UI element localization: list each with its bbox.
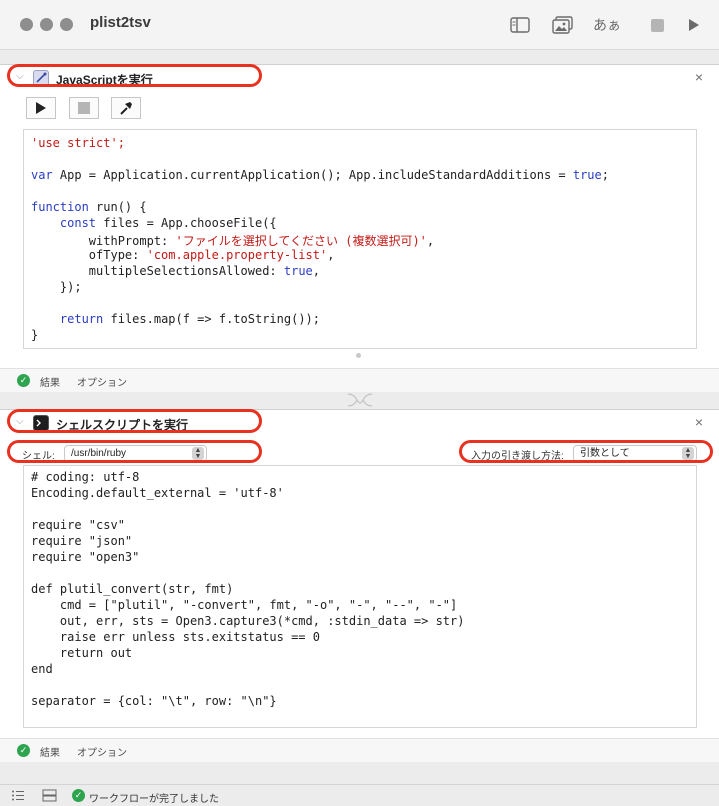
code-line: separator = {col: "\t", row: "\n"} xyxy=(31,694,277,708)
input-method-select-value: 引数として xyxy=(580,448,630,459)
javascript-action-panel: ⌵ JavaScriptを実行 × 'use strict'; var App … xyxy=(0,64,719,392)
action-connector-icon xyxy=(346,392,374,408)
shell-script-action-header[interactable]: ⌵ シェルスクリプトを実行 × xyxy=(0,410,719,438)
input-method-label: 入力の引き渡し方法: xyxy=(471,451,564,462)
code-line: Encoding.default_external = 'utf-8' xyxy=(31,486,284,500)
code-line: # coding: utf-8 xyxy=(31,470,140,484)
code-line: } xyxy=(31,328,39,342)
javascript-action-header[interactable]: ⌵ JavaScriptを実行 × xyxy=(0,65,719,93)
javascript-action-footer: ✓ 結果 オプション xyxy=(0,368,719,392)
code-line: cmd = ["plutil", "-convert", fmt, "-o", … xyxy=(31,598,458,612)
close-action-icon[interactable]: × xyxy=(695,69,703,85)
code-line: require "json" xyxy=(31,534,133,548)
status-bar: ✓ ワークフローが完了しました xyxy=(0,784,719,806)
code-line: return out xyxy=(31,646,133,660)
media-browser-icon[interactable] xyxy=(551,14,573,36)
options-tab[interactable]: オプション xyxy=(77,744,127,759)
javascript-code-editor[interactable]: 'use strict'; var App = Application.curr… xyxy=(23,129,697,349)
input-method-select[interactable]: 引数として ▲ ▼ xyxy=(573,445,697,462)
run-icon[interactable] xyxy=(686,14,702,36)
code-line: multipleSelectionsAllowed: true, xyxy=(31,264,321,278)
zoom-window-button[interactable] xyxy=(60,18,73,31)
stop-script-button[interactable] xyxy=(69,97,99,119)
sidebar-toggle-icon[interactable] xyxy=(509,14,531,36)
shell-action-footer: ✓ 結果 オプション xyxy=(0,738,719,762)
success-check-icon: ✓ xyxy=(17,374,30,387)
code-line: const files = App.chooseFile({ xyxy=(59,216,277,230)
code-line: out, err, sts = Open3.capture3(*cmd, :st… xyxy=(31,614,465,628)
compile-script-button[interactable] xyxy=(111,97,141,119)
shell-label: シェル: xyxy=(22,451,55,462)
terminal-icon xyxy=(33,415,49,431)
shell-script-action-panel: ⌵ シェルスクリプトを実行 × シェル: /usr/bin/ruby ▲ ▼ 入力… xyxy=(0,409,719,762)
results-tab[interactable]: 結果 xyxy=(40,374,60,389)
code-line: }); xyxy=(31,280,82,294)
code-line: ofType: 'com.apple.property-list', xyxy=(31,248,335,262)
shell-code-editor[interactable]: # coding: utf-8 Encoding.default_externa… xyxy=(23,465,697,728)
code-line: 'use strict'; xyxy=(31,136,125,150)
code-line: function run() { xyxy=(31,200,147,214)
close-action-icon[interactable]: × xyxy=(695,414,703,430)
code-line: end xyxy=(31,662,53,676)
text-tool-button[interactable]: あぁ xyxy=(593,14,621,36)
shell-select[interactable]: /usr/bin/ruby ▲ ▼ xyxy=(64,445,207,462)
window-title: plist2tsv xyxy=(90,14,151,31)
shell-script-action-title: シェルスクリプトを実行 xyxy=(56,418,189,432)
code-line: return files.map(f => f.toString()); xyxy=(59,312,321,326)
script-editor-icon xyxy=(33,70,49,86)
shell-select-value: /usr/bin/ruby xyxy=(71,448,127,459)
collapse-chevron-icon[interactable]: ⌵ xyxy=(16,71,24,82)
list-view-icon[interactable] xyxy=(11,789,25,806)
code-line: var App = Application.currentApplication… xyxy=(31,168,609,182)
options-tab[interactable]: オプション xyxy=(77,374,127,389)
collapse-chevron-icon[interactable]: ⌵ xyxy=(16,416,24,427)
minimize-window-button[interactable] xyxy=(40,18,53,31)
javascript-action-title: JavaScriptを実行 xyxy=(56,73,153,87)
run-script-button[interactable] xyxy=(26,97,56,119)
code-line: def plutil_convert(str, fmt) xyxy=(31,582,234,596)
stacked-view-icon[interactable] xyxy=(42,789,57,806)
resize-handle[interactable] xyxy=(356,353,361,358)
code-line: require "csv" xyxy=(31,518,125,532)
status-message: ワークフローが完了しました xyxy=(89,794,219,805)
status-check-icon: ✓ xyxy=(72,789,85,802)
results-tab[interactable]: 結果 xyxy=(40,744,60,759)
code-line: require "open3" xyxy=(31,550,140,564)
window-titlebar: plist2tsv あぁ xyxy=(0,0,719,50)
code-line: raise err unless sts.exitstatus == 0 xyxy=(31,630,320,644)
code-line: withPrompt: 'ファイルを選択してください (複数選択可)', xyxy=(31,234,435,248)
close-window-button[interactable] xyxy=(20,18,33,31)
select-arrows-icon: ▲ ▼ xyxy=(192,447,204,460)
select-arrows-icon: ▲ ▼ xyxy=(682,447,694,460)
stop-icon[interactable] xyxy=(648,14,666,36)
success-check-icon: ✓ xyxy=(17,744,30,757)
